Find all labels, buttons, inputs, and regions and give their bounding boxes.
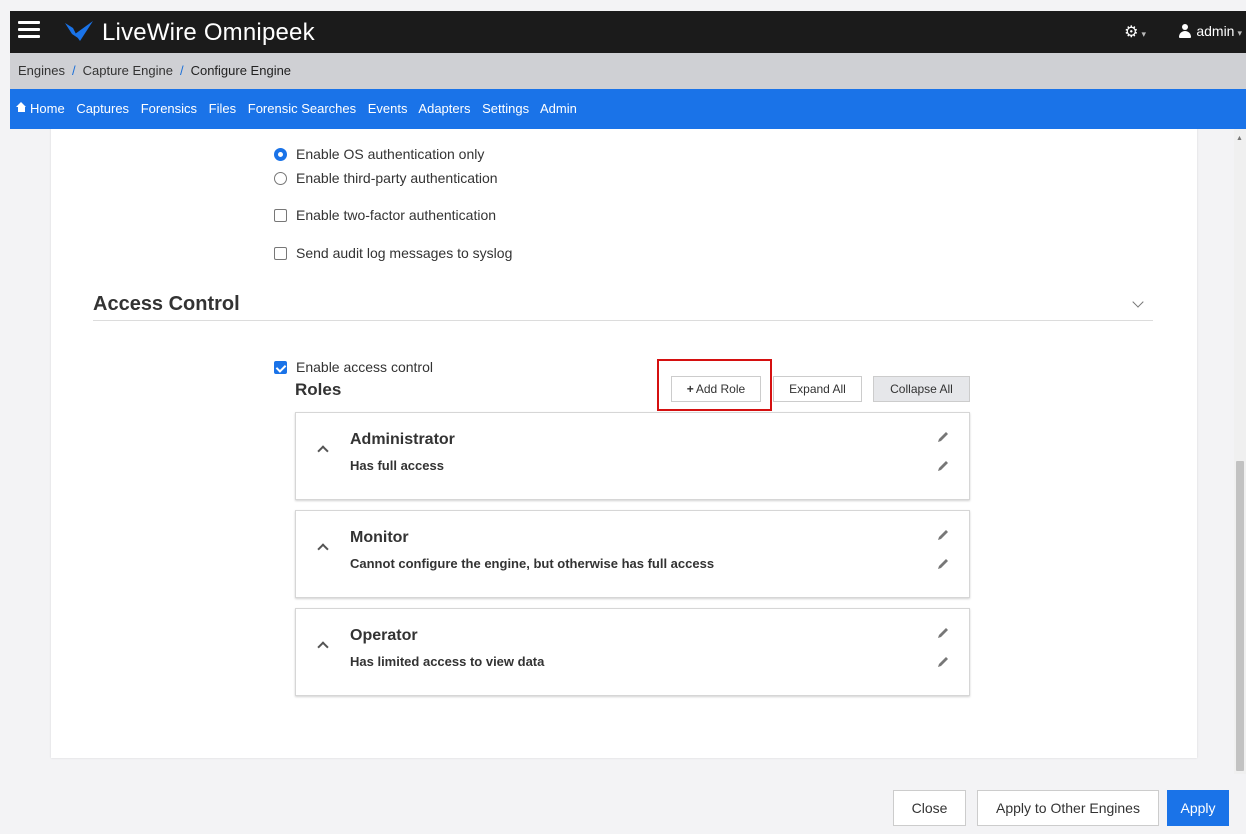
role-name: Administrator — [350, 431, 455, 448]
pencil-icon[interactable] — [936, 430, 950, 444]
collapse-all-button[interactable]: Collapse All — [873, 376, 970, 402]
radio-unchecked — [274, 171, 287, 185]
plus-icon: + — [686, 382, 694, 396]
caret-icon: ▾ — [1141, 29, 1146, 39]
caret-icon: ▾ — [1237, 28, 1242, 38]
nav-forensic-searches[interactable]: Forensic Searches — [248, 101, 356, 116]
nav-adapters[interactable]: Adapters — [418, 101, 470, 116]
breadcrumb-capture-engine[interactable]: Capture Engine — [83, 63, 173, 78]
syslog-checkbox[interactable]: Send audit log messages to syslog — [274, 245, 512, 261]
chevron-down-icon[interactable] — [1132, 296, 1144, 308]
nav-home-label: Home — [30, 101, 65, 116]
chevron-up-icon[interactable] — [317, 543, 329, 555]
two-factor-checkbox[interactable]: Enable two-factor authentication — [274, 207, 496, 223]
auth-os-only-radio[interactable]: Enable OS authentication only — [274, 146, 484, 162]
apply-to-other-engines-button[interactable]: Apply to Other Engines — [977, 790, 1159, 826]
nav-settings[interactable]: Settings — [482, 101, 529, 116]
add-role-button[interactable]: + Add Role — [671, 376, 761, 402]
role-description: Has full access — [350, 458, 444, 473]
nav-files[interactable]: Files — [209, 101, 236, 116]
nav-home[interactable]: Home — [16, 101, 65, 116]
breadcrumb-current: Configure Engine — [190, 63, 292, 78]
scroll-up-icon[interactable]: ▲ — [1236, 135, 1243, 142]
pencil-icon[interactable] — [936, 528, 950, 542]
footer-bar: Close Apply to Other Engines Apply — [0, 774, 1246, 834]
vertical-scrollbar[interactable]: ▲ — [1234, 129, 1246, 774]
nav-events[interactable]: Events — [368, 101, 408, 116]
scrollbar-thumb[interactable] — [1236, 461, 1244, 771]
checkbox-checked — [274, 360, 287, 374]
gear-icon: ⚙ — [1124, 24, 1139, 41]
auth-os-only-label: Enable OS authentication only — [296, 146, 485, 162]
chevron-up-icon[interactable] — [317, 445, 329, 457]
section-divider — [93, 320, 1153, 321]
user-icon — [1179, 24, 1192, 38]
user-menu[interactable]: admin ▾ — [1179, 23, 1242, 39]
roles-heading: Roles — [295, 380, 342, 399]
role-card-administrator: Administrator Has full access — [295, 412, 970, 500]
main-nav: Home Captures Forensics Files Forensic S… — [10, 89, 1246, 129]
role-card-monitor: Monitor Cannot configure the engine, but… — [295, 510, 970, 598]
role-name: Operator — [350, 627, 418, 644]
access-control-heading: Access Control — [93, 293, 240, 315]
apply-button[interactable]: Apply — [1167, 790, 1229, 826]
checkbox-unchecked — [274, 246, 287, 260]
role-name: Monitor — [350, 529, 409, 546]
hamburger-icon[interactable] — [18, 21, 40, 43]
breadcrumb: Engines / Capture Engine / Configure Engine — [10, 53, 1246, 89]
pencil-icon[interactable] — [936, 655, 950, 669]
auth-third-party-radio[interactable]: Enable third-party authentication — [274, 170, 498, 186]
radio-checked — [274, 147, 287, 161]
home-icon — [16, 102, 27, 113]
nav-admin[interactable]: Admin — [540, 101, 577, 116]
add-role-label: Add Role — [695, 382, 746, 396]
close-button[interactable]: Close — [893, 790, 966, 826]
user-name: admin — [1196, 23, 1235, 39]
top-bar: LiveWire Omnipeek ⚙ ▾ admin ▾ — [10, 11, 1246, 53]
chevron-up-icon[interactable] — [317, 641, 329, 653]
checkbox-unchecked — [274, 208, 287, 222]
breadcrumb-separator: / — [71, 63, 76, 78]
pencil-icon[interactable] — [936, 557, 950, 571]
enable-access-control-label: Enable access control — [296, 359, 433, 375]
role-card-operator: Operator Has limited access to view data — [295, 608, 970, 696]
logo-icon — [65, 21, 93, 41]
nav-forensics[interactable]: Forensics — [141, 101, 197, 116]
enable-access-control-checkbox[interactable]: Enable access control — [274, 359, 433, 375]
app-title: LiveWire Omnipeek — [102, 19, 315, 46]
auth-third-party-label: Enable third-party authentication — [296, 170, 498, 186]
expand-all-button[interactable]: Expand All — [773, 376, 862, 402]
pencil-icon[interactable] — [936, 459, 950, 473]
content-area: Enable OS authentication only Enable thi… — [10, 129, 1246, 774]
two-factor-label: Enable two-factor authentication — [296, 207, 497, 223]
pencil-icon[interactable] — [936, 626, 950, 640]
nav-captures[interactable]: Captures — [76, 101, 129, 116]
configure-card: Enable OS authentication only Enable thi… — [51, 129, 1197, 758]
role-description: Cannot configure the engine, but otherwi… — [350, 556, 715, 571]
syslog-label: Send audit log messages to syslog — [296, 245, 513, 261]
breadcrumb-engines[interactable]: Engines — [18, 63, 65, 78]
role-description: Has limited access to view data — [350, 654, 545, 669]
settings-menu[interactable]: ⚙ ▾ — [1124, 22, 1146, 42]
breadcrumb-separator: / — [179, 63, 184, 78]
